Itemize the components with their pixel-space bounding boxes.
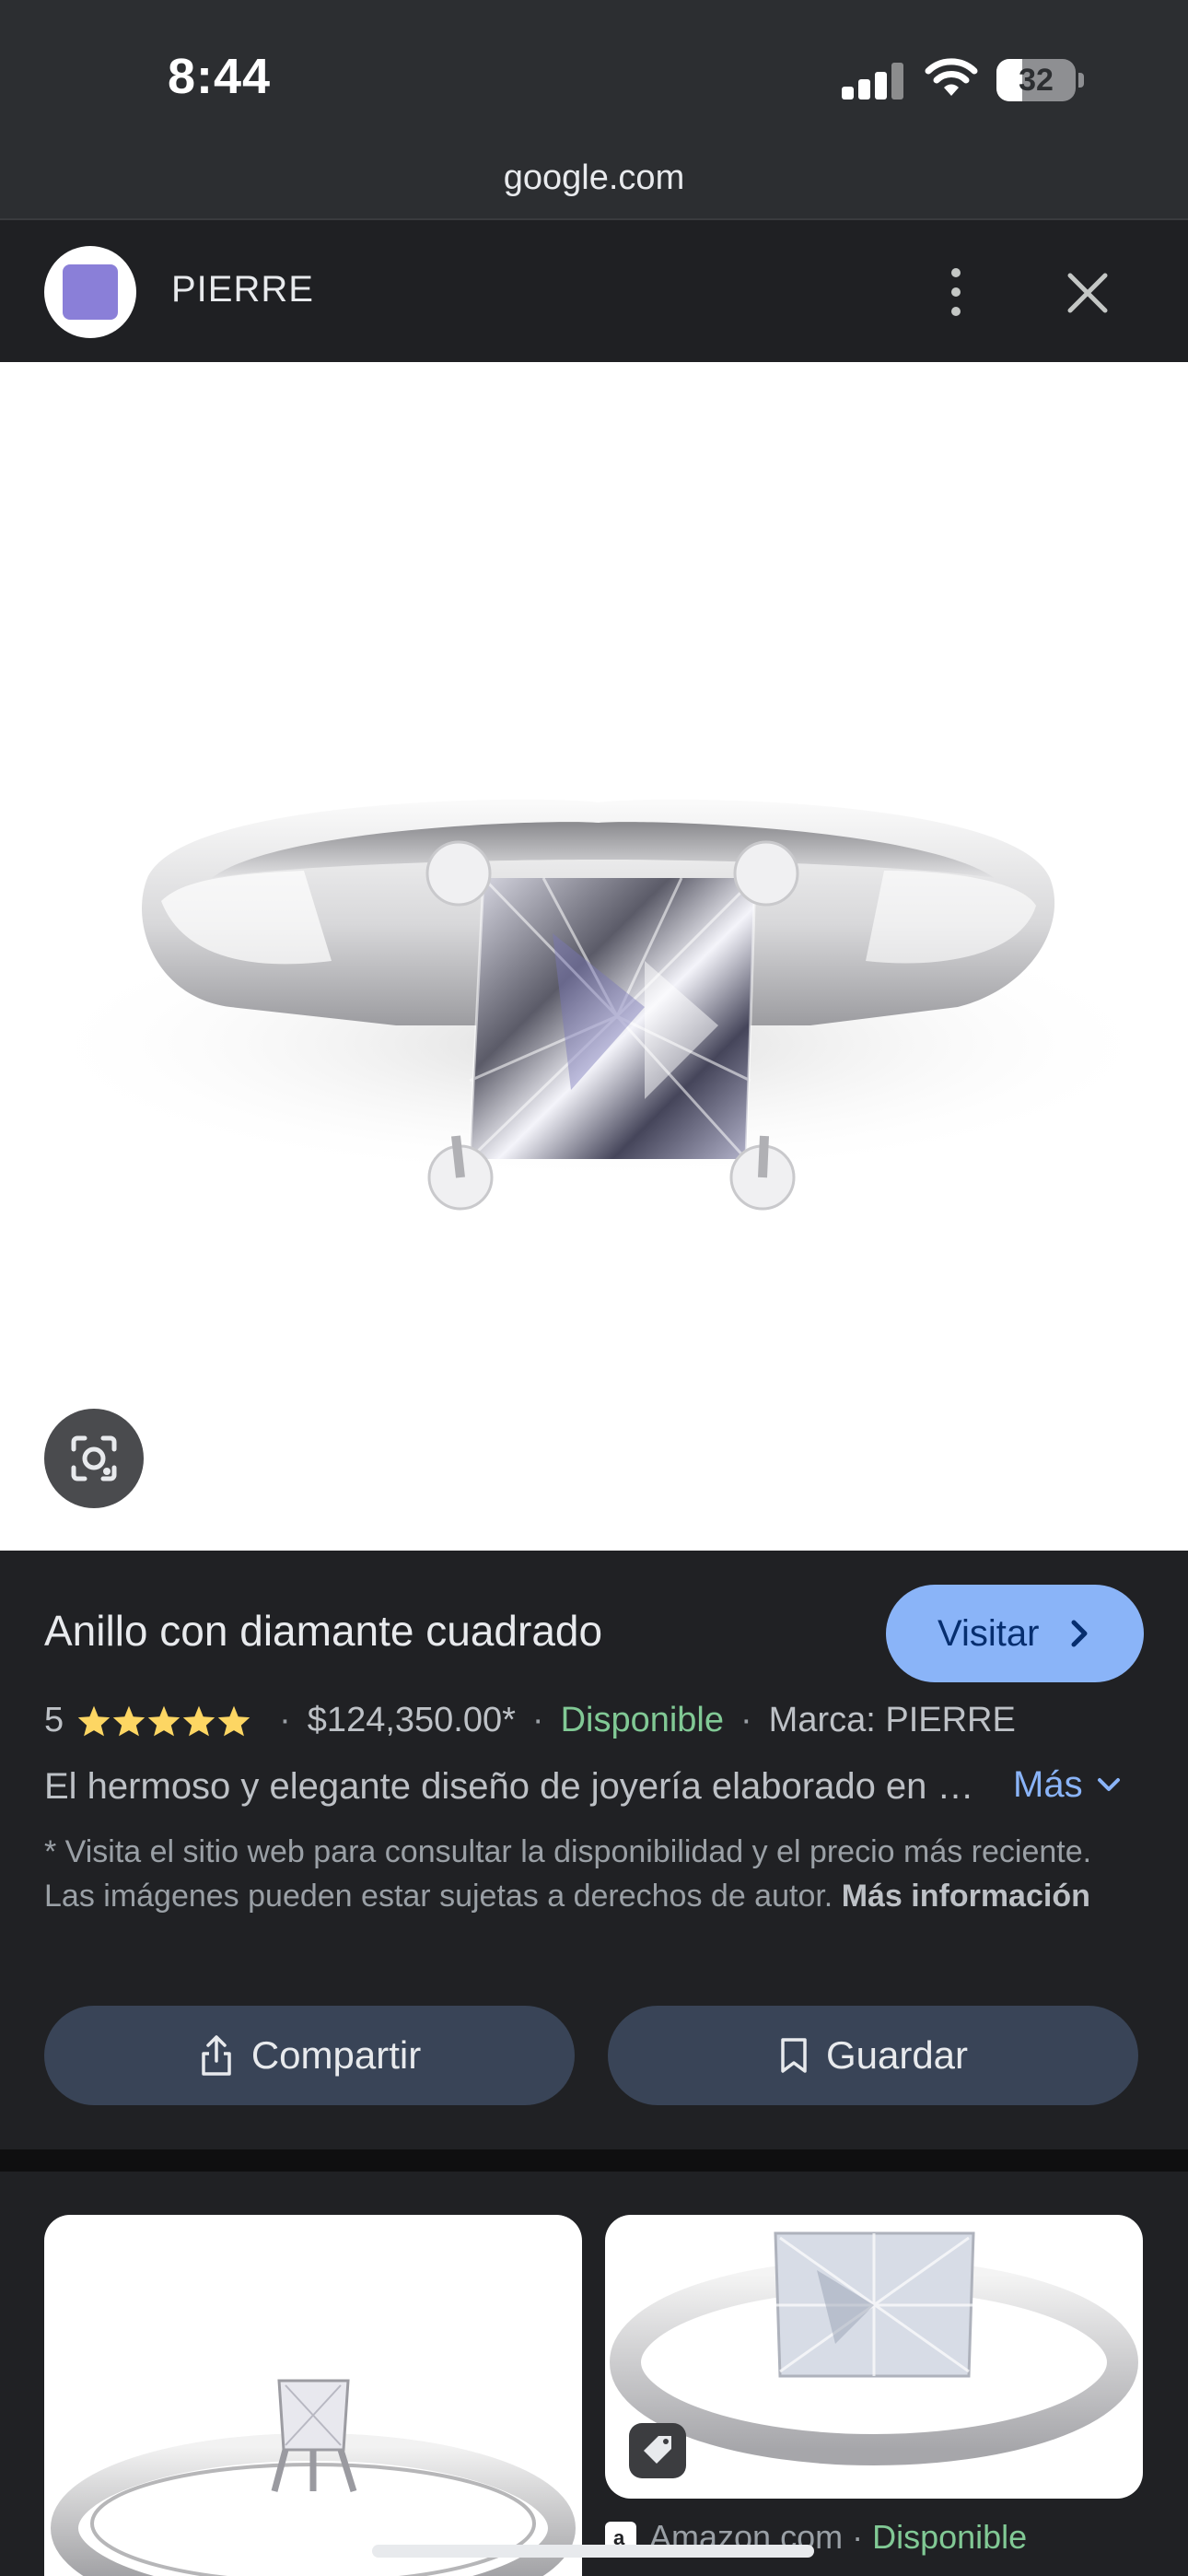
- site-favicon: [44, 246, 136, 338]
- product-brand: Marca: PIERRE: [768, 1701, 1016, 1739]
- close-icon[interactable]: [1059, 264, 1116, 322]
- share-button[interactable]: Compartir: [44, 2006, 575, 2105]
- google-lens-icon[interactable]: [44, 1409, 144, 1508]
- site-name: PIERRE: [171, 269, 314, 310]
- home-indicator[interactable]: [372, 2545, 814, 2558]
- ring-image: [28, 799, 1170, 1211]
- site-header: PIERRE: [0, 218, 1188, 362]
- product-title: Anillo con diamante cuadrado: [44, 1607, 603, 1655]
- ring-thumbnail: [51, 2379, 576, 2576]
- star-icon: [112, 1705, 146, 1736]
- save-button[interactable]: Guardar: [608, 2006, 1138, 2105]
- bookmark-icon: [781, 2038, 807, 2073]
- result-card[interactable]: [605, 2215, 1143, 2499]
- battery-level: 32: [1019, 63, 1054, 98]
- price-disclaimer: * Visita el sitio web para consultar la …: [44, 1830, 1140, 1918]
- status-time: 8:44: [168, 49, 272, 104]
- url-bar[interactable]: google.com: [0, 158, 1188, 198]
- rating-value: 5: [44, 1701, 64, 1739]
- section-divider: [0, 2149, 1188, 2172]
- screen: 8:44 32 google.com PIERRE Anillo con dia…: [0, 0, 1188, 2576]
- save-label: Guardar: [825, 2033, 969, 2077]
- price-tag-icon: [629, 2423, 686, 2478]
- status-bar: 8:44 32 google.com: [0, 0, 1188, 218]
- product-image[interactable]: [0, 362, 1188, 1551]
- result-card[interactable]: [44, 2215, 582, 2576]
- availability-status: Disponible: [560, 1701, 725, 1739]
- star-icon: [77, 1705, 111, 1736]
- visit-button-label: Visitar: [938, 1613, 1040, 1654]
- cellular-signal-icon: [842, 63, 904, 100]
- wifi-icon: [925, 58, 978, 96]
- more-button[interactable]: Más: [1013, 1764, 1122, 1806]
- chevron-right-icon: [1071, 1620, 1088, 1647]
- more-label: Más: [1013, 1764, 1083, 1805]
- more-info-link[interactable]: Más información: [842, 1879, 1090, 1914]
- chevron-down-icon: [1097, 1777, 1120, 1791]
- product-meta: 5 · $124,350.00* · Disponible · Marca: P…: [44, 1701, 1016, 1739]
- star-icon: [182, 1705, 215, 1736]
- star-icon: [217, 1705, 250, 1736]
- battery-icon: 32: [996, 59, 1085, 101]
- product-description: El hermoso y elegante diseño de joyería …: [44, 1766, 993, 1807]
- visit-button[interactable]: Visitar: [886, 1585, 1144, 1682]
- share-label: Compartir: [250, 2033, 422, 2077]
- share-icon: [202, 2035, 231, 2076]
- product-price: $124,350.00*: [307, 1701, 516, 1739]
- more-options-icon[interactable]: [934, 261, 978, 323]
- product-info-panel: Anillo con diamante cuadrado Visitar 5 ·…: [0, 1551, 1188, 2149]
- rating-stars: [76, 1704, 251, 1738]
- star-icon: [147, 1705, 181, 1736]
- result-availability: Disponible: [872, 2518, 1028, 2556]
- related-results: a Amazon.com · Disponible: [0, 2172, 1188, 2576]
